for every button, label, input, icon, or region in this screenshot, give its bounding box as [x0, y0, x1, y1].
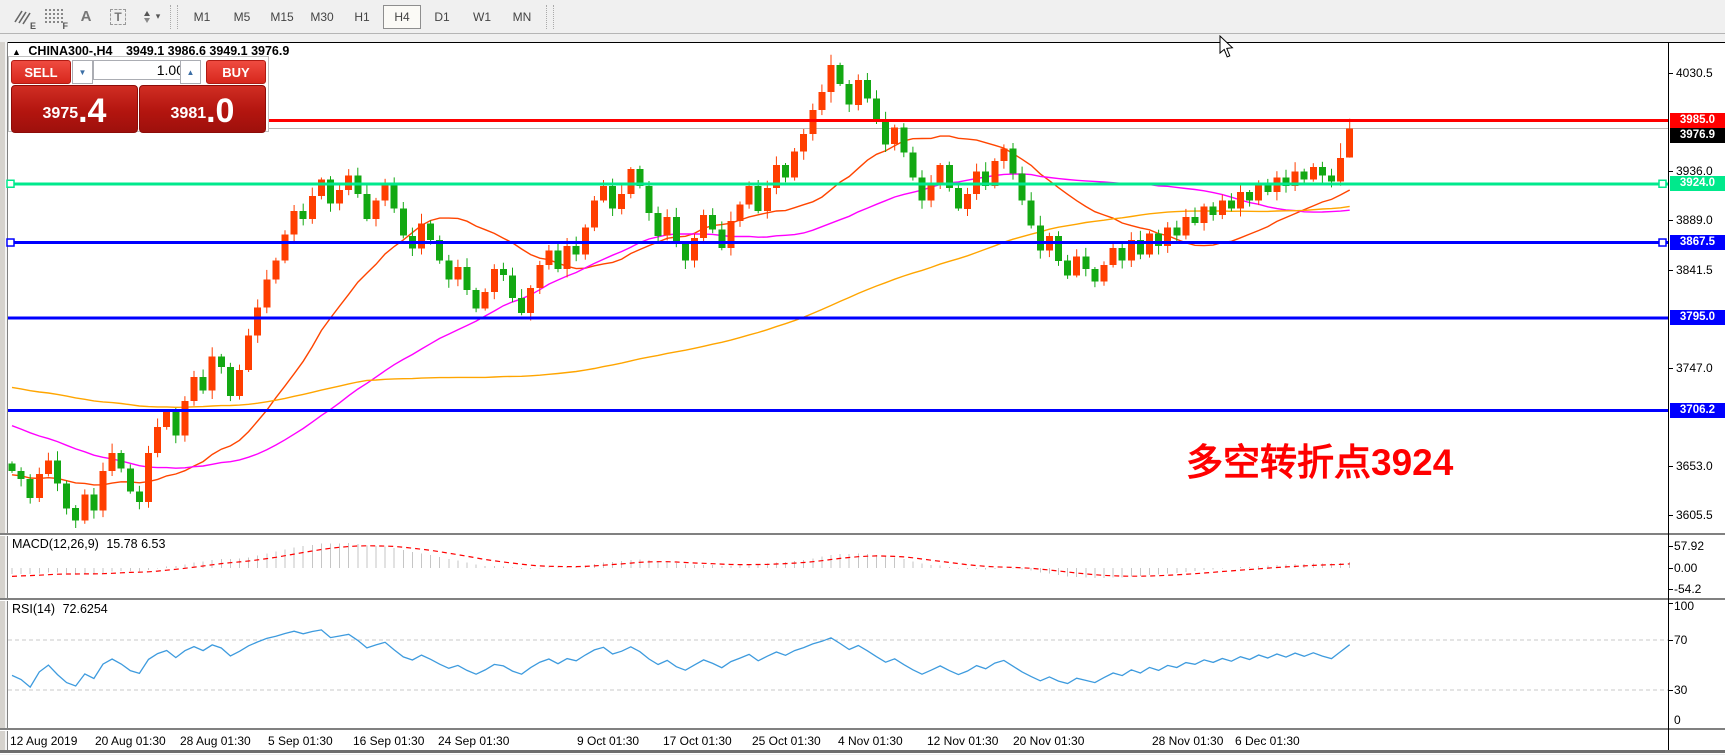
letter-a-icon: A: [81, 8, 92, 25]
price-line-label-3924.0: 3924.0: [1670, 176, 1725, 191]
timeframe-d1-button[interactable]: D1: [423, 5, 461, 29]
spin-down-icon: ▼: [79, 68, 87, 77]
text-tool-button[interactable]: A: [72, 4, 100, 30]
volume-increase-button[interactable]: ▲: [180, 60, 201, 84]
price-line-label-3706.2: 3706.2: [1670, 403, 1725, 418]
date-label-28-Aug-01-30: 28 Aug 01:30: [180, 734, 251, 748]
price-line-label-3976.9: 3976.9: [1670, 128, 1725, 143]
dropdown-caret-icon: ▾: [156, 11, 161, 22]
timeframe-m1-button[interactable]: M1: [183, 5, 221, 29]
window-bottom-edge: [0, 750, 1725, 753]
date-label-20-Nov-01-30: 20 Nov 01:30: [1013, 734, 1084, 748]
chart-text-annotation[interactable]: 多空转折点3924: [1186, 432, 1453, 486]
bid-fraction-digits: .4: [78, 93, 106, 129]
rsi-tick-70: 70: [1674, 633, 1687, 647]
rsi-panel-splitter[interactable]: [0, 598, 1725, 601]
volume-input[interactable]: [93, 60, 189, 80]
macd-tick--54.2: -54.2: [1674, 582, 1701, 596]
text-label-tool-button[interactable]: T: [104, 4, 132, 30]
price-tick-3841.5: 3841.5: [1676, 263, 1713, 277]
ask-price-button[interactable]: 3981 .0: [139, 85, 266, 133]
timeframe-m15-button[interactable]: M15: [263, 5, 301, 29]
macd-current-values: 15.78 6.53: [106, 537, 165, 551]
price-axis-border: [1668, 42, 1669, 750]
macd-panel-splitter[interactable]: [0, 533, 1725, 536]
rsi-indicator-label: RSI(14) 72.6254: [12, 602, 108, 616]
rsi-tick-100: 100: [1674, 599, 1694, 613]
chart-window: [0, 42, 1725, 754]
price-tick-3653.0: 3653.0: [1676, 459, 1713, 473]
window-left-edge: [0, 42, 8, 750]
volume-decrease-button[interactable]: ▼: [72, 60, 93, 84]
timeframe-h4-button[interactable]: H4: [383, 5, 421, 29]
bid-main-digits: 3975: [43, 99, 79, 129]
date-label-20-Aug-01-30: 20 Aug 01:30: [95, 734, 166, 748]
date-label-4-Nov-01-30: 4 Nov 01:30: [838, 734, 903, 748]
date-label-17-Oct-01-30: 17 Oct 01:30: [663, 734, 732, 748]
price-line-label-3795.0: 3795.0: [1670, 310, 1725, 325]
macd-tick-0.00: 0.00: [1674, 561, 1697, 575]
timeframe-w1-button[interactable]: W1: [463, 5, 501, 29]
date-label-28-Nov-01-30: 28 Nov 01:30: [1152, 734, 1223, 748]
buy-button[interactable]: BUY: [206, 60, 266, 84]
price-line-label-3867.5: 3867.5: [1670, 235, 1725, 250]
date-label-24-Sep-01-30: 24 Sep 01:30: [438, 734, 509, 748]
price-line-label-3985.0: 3985.0: [1670, 113, 1725, 128]
indicators-channel-tool-button[interactable]: E: [8, 4, 36, 30]
macd-indicator-label: MACD(12,26,9) 15.78 6.53: [12, 537, 165, 551]
arrow-objects-tool-button[interactable]: ▾: [136, 4, 164, 30]
sell-button[interactable]: SELL: [11, 60, 71, 84]
price-tick-4030.5: 4030.5: [1676, 66, 1713, 80]
hatch-lines-icon: [13, 9, 31, 25]
toolbar-separator: [170, 5, 178, 29]
date-label-12-Nov-01-30: 12 Nov 01:30: [927, 734, 998, 748]
text-label-t-icon: T: [110, 9, 125, 25]
date-label-6-Dec-01-30: 6 Dec 01:30: [1235, 734, 1300, 748]
one-click-trade-panel: SELL ▼ ▲ BUY 3975 .4 3981 .0: [8, 56, 269, 132]
tool-sub-letter: E: [30, 21, 36, 31]
fibo-grid-icon: [45, 9, 63, 24]
tool-sub-letter: F: [63, 21, 69, 31]
price-tick-3889.0: 3889.0: [1676, 213, 1713, 227]
fibonacci-tool-button[interactable]: F: [40, 4, 68, 30]
toolbar: E F A T ▾ M1M5M15M30H1H4D1W1MN: [0, 0, 1725, 34]
price-tick-3605.5: 3605.5: [1676, 508, 1713, 522]
toolbar-separator-2: [546, 5, 554, 29]
rsi-tick-30: 30: [1674, 683, 1687, 697]
date-label-25-Oct-01-30: 25 Oct 01:30: [752, 734, 821, 748]
date-label-16-Sep-01-30: 16 Sep 01:30: [353, 734, 424, 748]
bid-price-button[interactable]: 3975 .4: [11, 85, 138, 133]
ask-main-digits: 3981: [171, 99, 207, 129]
date-label-12-Aug-2019: 12 Aug 2019: [10, 734, 77, 748]
timeframe-m5-button[interactable]: M5: [223, 5, 261, 29]
macd-tick-57.92: 57.92: [1674, 539, 1704, 553]
arrow-objects-icon: [140, 10, 154, 24]
spin-up-icon: ▲: [187, 68, 195, 77]
price-tick-3747.0: 3747.0: [1676, 361, 1713, 375]
ask-fraction-digits: .0: [206, 93, 234, 129]
date-label-9-Oct-01-30: 9 Oct 01:30: [577, 734, 639, 748]
rsi-tick-0: 0: [1674, 713, 1681, 727]
toolbar-timeframes: M1M5M15M30H1H4D1W1MN: [182, 5, 542, 29]
timeframe-mn-button[interactable]: MN: [503, 5, 541, 29]
timeframe-m30-button[interactable]: M30: [303, 5, 341, 29]
rsi-current-value: 72.6254: [63, 602, 108, 616]
date-label-5-Sep-01-30: 5 Sep 01:30: [268, 734, 333, 748]
toolbar-object-tools: E F A T ▾: [6, 4, 166, 30]
date-axis-splitter: [0, 728, 1725, 731]
timeframe-h1-button[interactable]: H1: [343, 5, 381, 29]
